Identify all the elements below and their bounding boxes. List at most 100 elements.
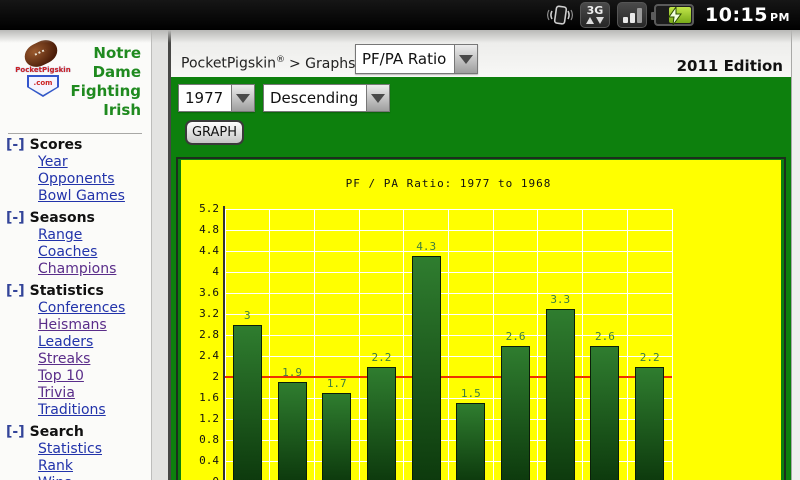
bar xyxy=(456,403,485,480)
bar-value-label: 1.9 xyxy=(272,366,312,379)
bar-value-label: 3 xyxy=(227,309,267,322)
section-label: Seasons xyxy=(30,210,95,226)
y-axis-tick-label: 2.8 xyxy=(181,328,219,341)
section-label: Search xyxy=(30,424,84,440)
y-axis-tick-label: 2.4 xyxy=(181,349,219,362)
gridline xyxy=(672,209,673,480)
sidebar-link-wins[interactable]: Wins xyxy=(38,475,72,480)
sidebar-nav: [-] ScoresYearOpponentsBowl Games [-] Seaso… xyxy=(6,137,151,480)
sidebar-scrollbar-track[interactable] xyxy=(151,30,168,480)
sidebar-link-year[interactable]: Year xyxy=(38,154,68,171)
collapse-toggle[interactable]: [-] xyxy=(6,210,25,226)
bar-value-label: 3.3 xyxy=(540,293,580,306)
bar xyxy=(546,309,575,480)
sidebar-link-traditions[interactable]: Traditions xyxy=(38,402,106,419)
section-header: [-] Statistics xyxy=(6,283,151,300)
gridline xyxy=(582,209,583,480)
logo-domain: .com xyxy=(34,79,53,95)
bar-value-label: 1.5 xyxy=(451,387,491,400)
bar-value-label: 2.2 xyxy=(361,351,401,364)
dropdown-arrow-icon[interactable] xyxy=(454,45,477,73)
sidebar-link-leaders[interactable]: Leaders xyxy=(38,334,93,351)
chart-frame: PF / PA Ratio: 1977 to 1968 5.24.84.443.… xyxy=(176,157,786,480)
y-axis-tick-label: 0 xyxy=(181,475,219,480)
bar-value-label: 4.3 xyxy=(406,240,446,253)
data-type-label: 3G xyxy=(587,6,604,16)
team-name: Notre Dame Fighting Irish xyxy=(61,44,141,120)
sidebar-section-seasons: [-] SeasonsRangeCoachesChampions xyxy=(6,210,151,278)
breadcrumb-bar: PocketPigskin®> Graphs > PF/PA Ratio 201… xyxy=(171,30,791,77)
sidebar-section-scores: [-] ScoresYearOpponentsBowl Games xyxy=(6,137,151,205)
time-text: 10:15 xyxy=(705,4,768,26)
year-select[interactable]: 1977 xyxy=(178,84,255,112)
browser-scrollbar[interactable] xyxy=(791,30,800,480)
gridline xyxy=(359,209,360,480)
gridline xyxy=(269,209,270,480)
sidebar-link-statistics[interactable]: Statistics xyxy=(38,441,102,458)
sidebar-link-coaches[interactable]: Coaches xyxy=(38,244,97,261)
y-axis-tick-label: 3.6 xyxy=(181,286,219,299)
breadcrumb: PocketPigskin®> Graphs > xyxy=(181,55,372,72)
bar xyxy=(233,325,262,480)
sidebar-link-top-10[interactable]: Top 10 xyxy=(38,368,84,385)
pf-pa-ratio-chart: PF / PA Ratio: 1977 to 1968 5.24.84.443.… xyxy=(181,160,781,480)
collapse-toggle[interactable]: [-] xyxy=(6,424,25,440)
bar xyxy=(412,256,441,480)
y-axis xyxy=(223,206,225,480)
dropdown-arrow-icon[interactable] xyxy=(366,85,389,111)
sidebar-section-statistics: [-] StatisticsConferencesHeismansLeadersS… xyxy=(6,283,151,419)
y-axis-tick-label: 2 xyxy=(181,370,219,383)
sidebar-link-conferences[interactable]: Conferences xyxy=(38,300,125,317)
graph-button[interactable]: GRAPH xyxy=(185,120,244,145)
sidebar-link-champions[interactable]: Champions xyxy=(38,261,116,278)
sidebar-section-search: [-] SearchStatisticsRankWins xyxy=(6,424,151,480)
section-links: RangeCoachesChampions xyxy=(38,227,151,278)
sidebar-link-opponents[interactable]: Opponents xyxy=(38,171,115,188)
graph-panel: 1977 Descending GRAPH PF / PA Ratio: 197… xyxy=(171,77,791,480)
bar xyxy=(367,367,396,480)
gridline xyxy=(537,209,538,480)
bar xyxy=(590,346,619,480)
bar-value-label: 2.2 xyxy=(630,351,670,364)
section-header: [-] Seasons xyxy=(6,210,151,227)
section-links: ConferencesHeismansLeadersStreaksTop 10T… xyxy=(38,300,151,419)
sidebar-link-heismans[interactable]: Heismans xyxy=(38,317,107,334)
section-links: YearOpponentsBowl Games xyxy=(38,154,151,205)
bar xyxy=(501,346,530,480)
mobile-data-3g-icon: 3G xyxy=(580,2,610,28)
gridline xyxy=(493,209,494,480)
status-bar: 3G 10:15PM xyxy=(0,0,800,30)
android-screen: 3G 10:15PM PocketPigskin .com Notre Dame xyxy=(0,0,800,480)
sidebar-divider xyxy=(8,133,142,134)
y-axis-tick-label: 4.8 xyxy=(181,223,219,236)
collapse-toggle[interactable]: [-] xyxy=(6,137,25,153)
graph-type-select[interactable]: PF/PA Ratio xyxy=(355,44,478,74)
edition-label: 2011 Edition xyxy=(677,57,783,75)
sidebar-link-trivia[interactable]: Trivia xyxy=(38,385,75,402)
battery-charging-icon xyxy=(654,4,694,26)
bar-value-label: 1.7 xyxy=(317,377,357,390)
sidebar-link-streaks[interactable]: Streaks xyxy=(38,351,90,368)
gridline xyxy=(627,209,628,480)
bar-value-label: 2.6 xyxy=(496,330,536,343)
y-axis-tick-label: 1.2 xyxy=(181,412,219,425)
sort-order-select[interactable]: Descending xyxy=(263,84,390,112)
gridline xyxy=(314,209,315,480)
y-axis-tick-label: 0.4 xyxy=(181,454,219,467)
section-links: StatisticsRankWins xyxy=(38,441,151,480)
sidebar-link-bowl-games[interactable]: Bowl Games xyxy=(38,188,125,205)
y-axis-tick-label: 4 xyxy=(181,265,219,278)
y-axis-tick-label: 5.2 xyxy=(181,202,219,215)
section-label: Statistics xyxy=(30,283,104,299)
section-header: [-] Scores xyxy=(6,137,151,154)
dropdown-arrow-icon[interactable] xyxy=(231,85,254,111)
sidebar-link-rank[interactable]: Rank xyxy=(38,458,73,475)
gridline xyxy=(448,209,449,480)
registered-mark: ® xyxy=(276,55,285,65)
section-header: [-] Search xyxy=(6,424,151,441)
section-label: Scores xyxy=(30,137,83,153)
sort-order-value: Descending xyxy=(264,85,366,111)
collapse-toggle[interactable]: [-] xyxy=(6,283,25,299)
sidebar-link-range[interactable]: Range xyxy=(38,227,82,244)
chart-title: PF / PA Ratio: 1977 to 1968 xyxy=(225,177,672,190)
